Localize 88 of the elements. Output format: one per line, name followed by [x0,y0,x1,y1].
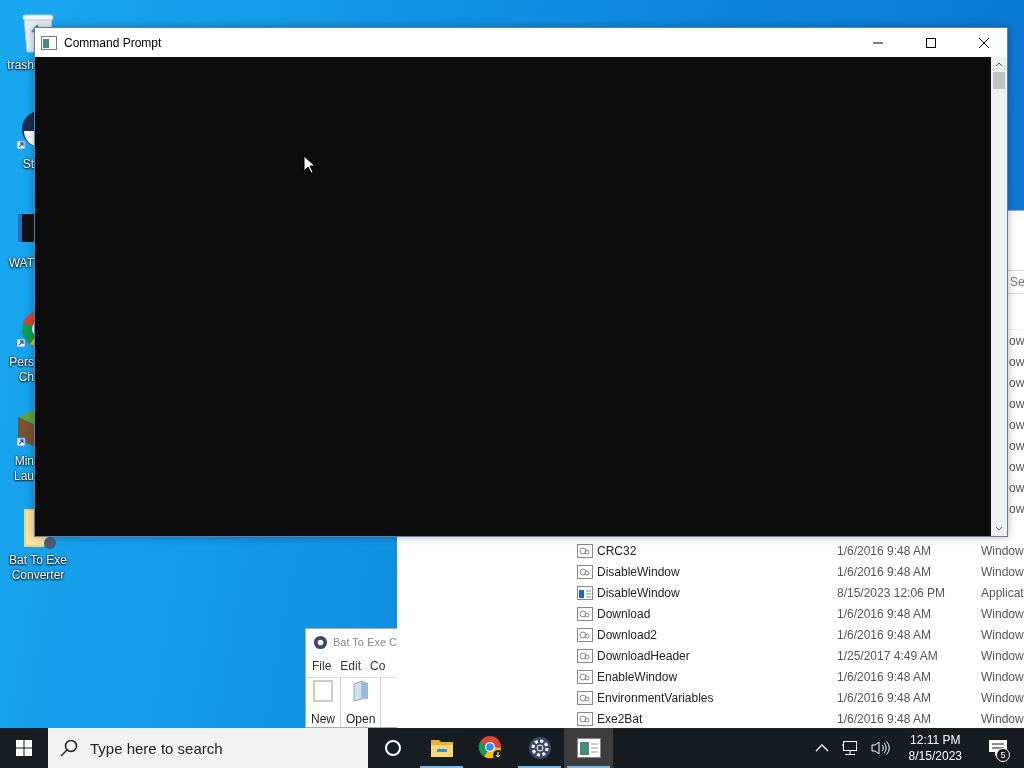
file-row[interactable]: DisableWindow 8/15/2023 12:06 PM Applicat [570,582,1024,603]
date-modified: 1/6/2016 9:48 AM [837,690,933,705]
blank-page-icon [313,680,333,702]
folder-icon [429,738,454,758]
file-name: DisableWindow [597,564,681,579]
menu-item[interactable]: Co [370,659,386,673]
script-file-icon [577,690,593,705]
date-modified: 1/6/2016 9:48 AM [837,564,933,579]
file-type: ow [1008,333,1024,348]
file-row[interactable]: Download 1/6/2016 9:48 AM Window [570,603,1024,624]
file-name: EnvironmentVariables [597,690,715,705]
toolbar-button[interactable]: New [306,678,341,727]
file-row[interactable]: Download2 1/6/2016 9:48 AM Window [570,624,1024,645]
icon-label: Min Lau [12,454,34,484]
gear-icon [527,736,552,760]
search-box[interactable]: Type here to search [48,728,368,768]
file-name: Download [597,606,652,621]
application-icon [577,585,593,600]
menu-item[interactable]: File [312,659,332,673]
file-type: ow [1008,438,1024,453]
circle-icon [383,739,402,757]
icon-label: WAT [7,256,34,271]
file-type: Window [981,606,1024,621]
maximize-icon [925,36,937,49]
icon-label: Pers Ch [8,355,34,385]
browser-icon [477,735,504,761]
window-title: Bat To Exe C [333,636,397,648]
file-type: Window [981,564,1024,579]
file-row[interactable]: DownloadHeader 1/25/2017 4:49 AM Window [570,645,1024,666]
mouse-cursor-icon [303,155,315,174]
file-type: Window [981,690,1024,705]
script-file-icon [577,564,593,579]
file-type: ow [1008,396,1024,411]
date-modified: 1/6/2016 9:48 AM [837,543,933,558]
file-name: DisableWindow [597,585,681,600]
date-modified: 1/6/2016 9:48 AM [837,669,933,684]
file-name: EnableWindow [597,669,679,684]
file-row[interactable]: DisableWindow 1/6/2016 9:48 AM Window [570,561,1024,582]
file-type: Window [981,711,1024,726]
script-file-icon [577,606,593,621]
file-type: ow [1008,501,1024,516]
search-placeholder: Type here to search [90,739,223,757]
file-type: Window [981,543,1024,558]
windows-logo-icon [16,740,32,756]
taskbar-button[interactable] [564,728,613,768]
file-type: ow [1008,480,1024,495]
icon-label: St [21,157,34,172]
console-icon [41,35,57,50]
window-title: Command Prompt [64,35,162,50]
scrollbar[interactable] [991,57,1007,536]
script-file-icon [577,543,593,558]
close-icon [978,36,990,49]
date-modified: 1/6/2016 9:48 AM [837,606,933,621]
script-file-icon [577,711,593,726]
folder-icon [350,680,371,702]
icon-label: Bat To Exe Converter [8,553,68,583]
search-icon [60,739,78,757]
file-type: Window [981,627,1024,642]
icon-label: trash [6,58,34,73]
file-row[interactable]: Exe2Bat 1/6/2016 9:48 AM Window [570,708,1024,729]
volume-icon[interactable] [868,740,893,756]
file-name: CRC32 [597,543,638,558]
gear-icon [313,634,328,650]
file-type: Window [981,669,1024,684]
menu-item[interactable]: Edit [340,659,362,673]
date-modified: 1/6/2016 9:48 AM [837,711,933,726]
console-icon [576,738,601,758]
file-name: Download2 [597,627,659,642]
clock[interactable]: 12:11 PM 8/15/2023 [900,732,970,764]
scrollbar-thumb[interactable] [993,72,1005,89]
script-file-icon [577,669,593,684]
script-file-icon [577,627,593,642]
date-modified: 1/6/2016 9:48 AM [837,627,933,642]
file-type: ow [1008,417,1024,432]
file-row[interactable]: CRC32 1/6/2016 9:48 AM Window [570,540,1024,561]
file-type: ow [1008,354,1024,369]
file-name: DownloadHeader [597,648,691,663]
date-modified: 1/25/2017 4:49 AM [837,648,939,663]
file-row[interactable]: EnableWindow 1/6/2016 9:48 AM Window [570,666,1024,687]
file-type: Window [981,648,1024,663]
file-type: ow [1008,459,1024,474]
script-file-icon [577,648,593,663]
notifications-button[interactable]: 5 [978,728,1018,768]
file-name: Exe2Bat [597,711,644,726]
date-modified: 8/15/2023 12:06 PM [837,585,947,600]
file-row[interactable]: EnvironmentVariables 1/6/2016 9:48 AM Window [570,687,1024,708]
file-type: ow [1008,375,1024,390]
file-type: Applicat [981,585,1024,600]
